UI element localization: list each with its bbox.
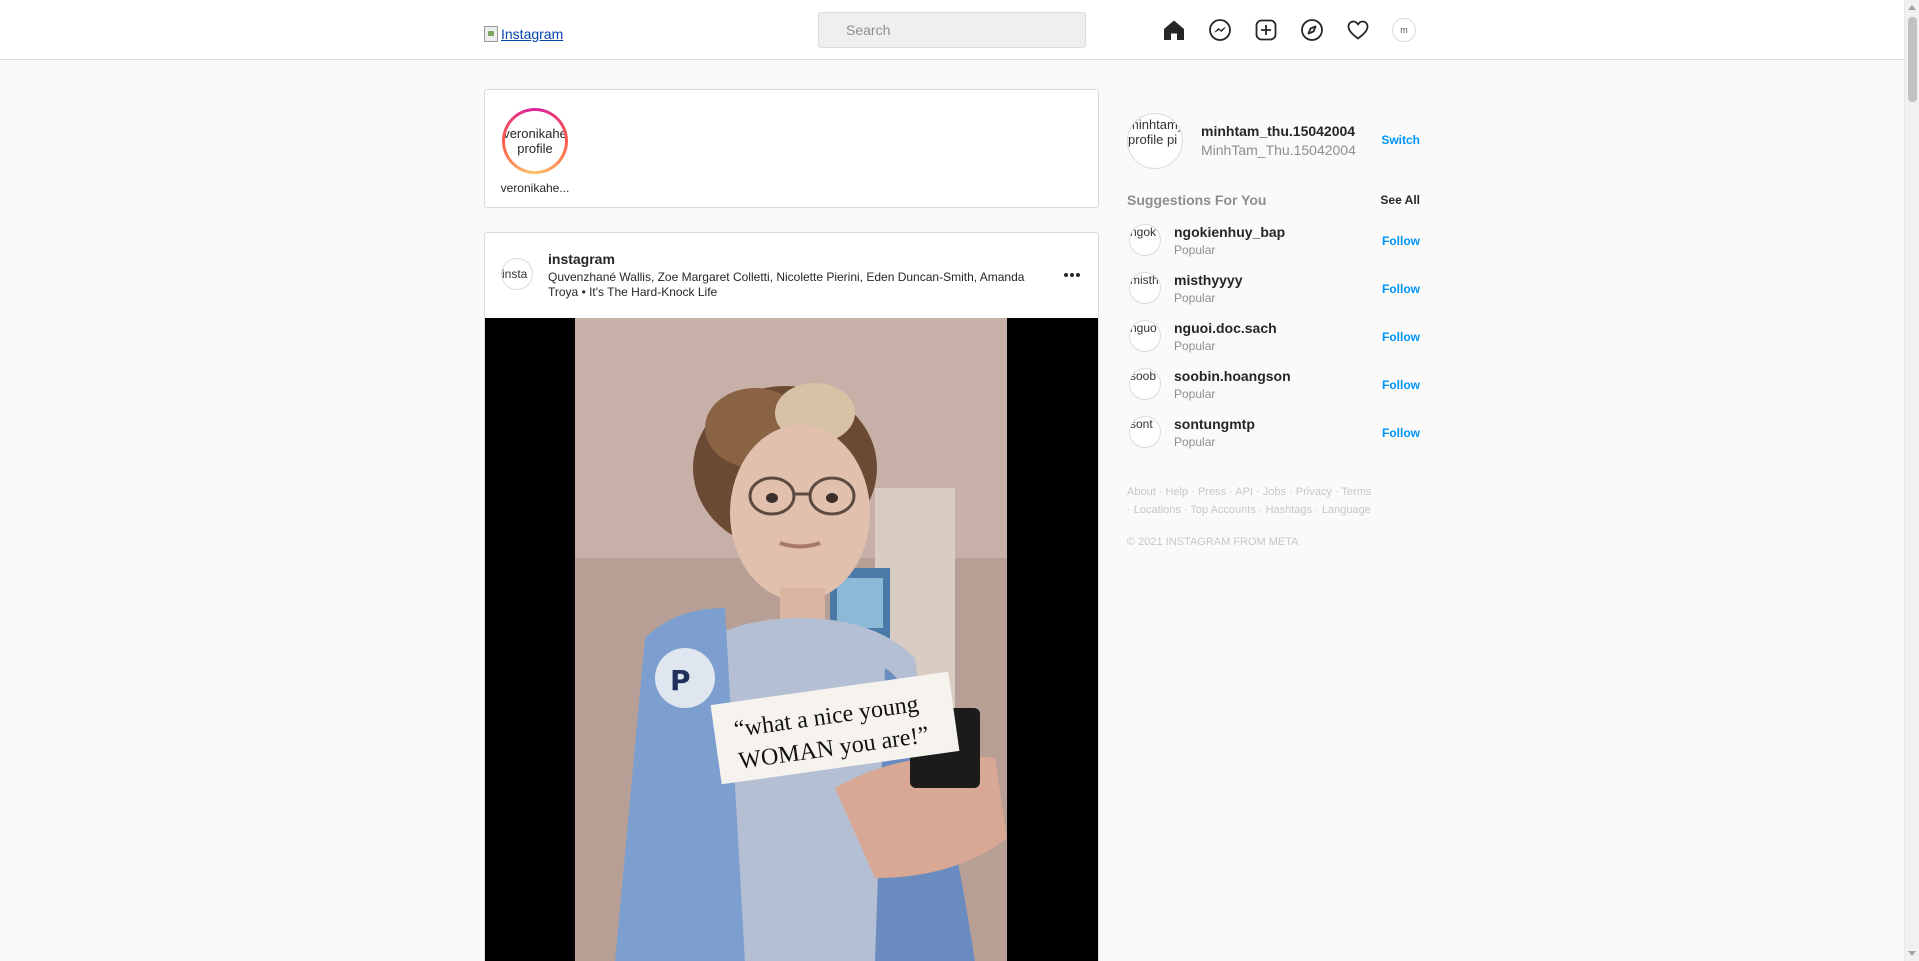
suggestion-item: sont sontungmtp Popular Follow <box>1127 410 1420 458</box>
suggestion-username[interactable]: sontungmtp <box>1174 416 1255 432</box>
footer-link-about[interactable]: About <box>1127 486 1156 498</box>
scroll-down-arrow-icon[interactable] <box>1908 951 1916 956</box>
suggestion-item: soob soobin.hoangson Popular Follow <box>1127 362 1420 410</box>
footer-link-privacy[interactable]: Privacy <box>1296 486 1332 498</box>
follow-button[interactable]: Follow <box>1382 234 1420 248</box>
suggestion-subtitle: Popular <box>1174 243 1216 257</box>
follow-button[interactable]: Follow <box>1382 282 1420 296</box>
search-input[interactable] <box>818 12 1086 48</box>
new-post-icon[interactable] <box>1254 18 1278 42</box>
logo-alt-text: Instagram <box>501 26 564 42</box>
stories-tray: veronikahe profile veronikahe... <box>484 89 1099 208</box>
follow-button[interactable]: Follow <box>1382 330 1420 344</box>
suggestions-title: Suggestions For You <box>1127 192 1267 208</box>
suggestion-avatar-alt: ngok <box>1130 225 1157 239</box>
footer-link-press[interactable]: Press <box>1198 486 1226 498</box>
scroll-up-arrow-icon[interactable] <box>1908 5 1916 10</box>
suggestions-list: ngok ngokienhuy_bap Popular Follow misth… <box>1127 218 1420 458</box>
suggestion-avatar[interactable]: misth <box>1129 272 1161 304</box>
story-ring: veronikahe profile <box>502 108 568 174</box>
scrollbar-thumb[interactable] <box>1908 17 1917 102</box>
switch-account-button[interactable]: Switch <box>1380 133 1420 147</box>
story-avatar: veronikahe profile <box>505 111 565 171</box>
broken-image-icon <box>484 26 498 42</box>
suggestion-subtitle: Popular <box>1174 387 1216 401</box>
nav-icons: m <box>1162 15 1416 45</box>
suggestion-subtitle: Popular <box>1174 339 1216 353</box>
suggestion-avatar[interactable]: soob <box>1129 368 1161 400</box>
svg-text:P: P <box>670 664 691 697</box>
suggestion-avatar[interactable]: sont <box>1129 416 1161 448</box>
suggestion-subtitle: Popular <box>1174 291 1216 305</box>
footer-link-hashtags[interactable]: Hashtags <box>1266 504 1312 516</box>
post-video-frame: P “what a nice young WOMAN you are!” <box>575 318 1007 961</box>
suggestion-subtitle: Popular <box>1174 435 1216 449</box>
suggestion-avatar-alt: soob <box>1130 369 1157 383</box>
suggestion-username[interactable]: misthyyyy <box>1174 272 1242 288</box>
see-all-link[interactable]: See All <box>1370 193 1420 207</box>
suggestion-item: nguo nguoi.doc.sach Popular Follow <box>1127 314 1420 362</box>
suggestion-avatar-alt: nguo <box>1130 321 1157 335</box>
messenger-icon[interactable] <box>1208 18 1232 42</box>
home-icon[interactable] <box>1162 18 1186 42</box>
story-avatar-alt: veronikahe profile <box>505 126 565 156</box>
instagram-logo[interactable]: Instagram <box>484 24 563 44</box>
suggestion-avatar-alt: misth <box>1130 273 1159 287</box>
page-scrollbar[interactable] <box>1904 0 1919 961</box>
footer-link-language[interactable]: Language <box>1322 504 1371 516</box>
footer-links: About · Help · Press · API · Jobs · Priv… <box>1127 486 1372 516</box>
follow-button[interactable]: Follow <box>1382 426 1420 440</box>
footer-link-terms[interactable]: Terms <box>1341 486 1371 498</box>
post-audio-caption[interactable]: Quvenzhané Wallis, Zoe Margaret Colletti… <box>548 270 1038 300</box>
suggestion-username[interactable]: ngokienhuy_bap <box>1174 224 1285 240</box>
footer-link-help[interactable]: Help <box>1166 486 1189 498</box>
profile-avatar-button[interactable]: m <box>1392 18 1416 42</box>
suggestion-item: misth misthyyyy Popular Follow <box>1127 266 1420 314</box>
current-user-avatar-alt: minhtam_ profile pi <box>1128 117 1183 147</box>
current-user-avatar[interactable]: minhtam_ profile pi <box>1127 113 1183 169</box>
explore-icon[interactable] <box>1300 18 1324 42</box>
suggestion-avatar[interactable]: nguo <box>1129 320 1161 352</box>
current-user-fullname: MinhTam_Thu.15042004 <box>1201 142 1356 158</box>
story-username: veronikahe... <box>500 181 570 195</box>
more-options-icon[interactable] <box>1062 270 1082 280</box>
post-video[interactable]: P “what a nice young WOMAN you are!” <box>485 318 1098 961</box>
post-author-username[interactable]: instagram <box>548 251 615 267</box>
suggestion-avatar-alt: sont <box>1130 417 1153 431</box>
footer-link-top-accounts[interactable]: Top Accounts <box>1190 504 1255 516</box>
suggestion-username[interactable]: nguoi.doc.sach <box>1174 320 1277 336</box>
current-user-username[interactable]: minhtam_thu.15042004 <box>1201 123 1355 139</box>
video-frame-illustration: P “what a nice young WOMAN you are!” <box>575 318 1007 961</box>
follow-button[interactable]: Follow <box>1382 378 1420 392</box>
activity-heart-icon[interactable] <box>1346 18 1370 42</box>
suggestion-avatar[interactable]: ngok <box>1129 224 1161 256</box>
story-item[interactable]: veronikahe profile veronikahe... <box>495 108 575 195</box>
footer-link-locations[interactable]: Locations <box>1134 504 1181 516</box>
footer-link-api[interactable]: API <box>1235 486 1253 498</box>
post-avatar-alt: insta <box>502 267 528 281</box>
footer-link-jobs[interactable]: Jobs <box>1263 486 1286 498</box>
copyright-text: © 2021 INSTAGRAM FROM META <box>1127 536 1299 548</box>
profile-avatar-alt: m <box>1400 25 1408 35</box>
top-navigation-bar: Instagram m <box>0 0 1904 60</box>
feed-post: insta instagram Quvenzhané Wallis, Zoe M… <box>484 232 1099 961</box>
suggestion-item: ngok ngokienhuy_bap Popular Follow <box>1127 218 1420 266</box>
post-author-avatar[interactable]: insta <box>501 258 533 290</box>
suggestion-username[interactable]: soobin.hoangson <box>1174 368 1291 384</box>
